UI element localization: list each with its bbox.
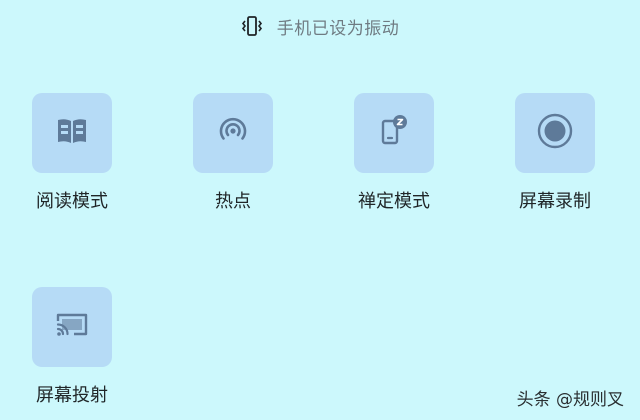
- book-icon: [55, 116, 89, 150]
- reading-mode-button[interactable]: [32, 93, 112, 173]
- screen-record-button[interactable]: [515, 93, 595, 173]
- status-bar: 手机已设为振动: [0, 10, 640, 42]
- tile-label: 屏幕投射: [36, 385, 108, 406]
- screen-cast-button[interactable]: [32, 287, 112, 367]
- tile-label: 禅定模式: [358, 191, 430, 212]
- cast-icon: [54, 310, 90, 344]
- zen-mode-button[interactable]: [354, 93, 434, 173]
- screen-record-icon: [537, 113, 573, 153]
- status-text: 手机已设为振动: [276, 18, 400, 39]
- vibrate-icon: [241, 15, 263, 37]
- tile-label: 屏幕录制: [519, 191, 591, 212]
- tile-label: 阅读模式: [36, 191, 108, 212]
- tile-screen-cast[interactable]: 屏幕投射: [10, 287, 134, 407]
- zen-mode-icon: [377, 114, 411, 152]
- tile-zen-mode[interactable]: 禅定模式: [332, 93, 456, 213]
- tile-hotspot[interactable]: 热点: [171, 93, 295, 213]
- tile-label: 热点: [215, 191, 251, 212]
- hotspot-icon: [216, 114, 250, 152]
- hotspot-button[interactable]: [193, 93, 273, 173]
- tile-screen-record[interactable]: 屏幕录制: [493, 93, 617, 213]
- tile-reading-mode[interactable]: 阅读模式: [10, 93, 134, 213]
- watermark: 头条 @规则叉: [516, 390, 624, 410]
